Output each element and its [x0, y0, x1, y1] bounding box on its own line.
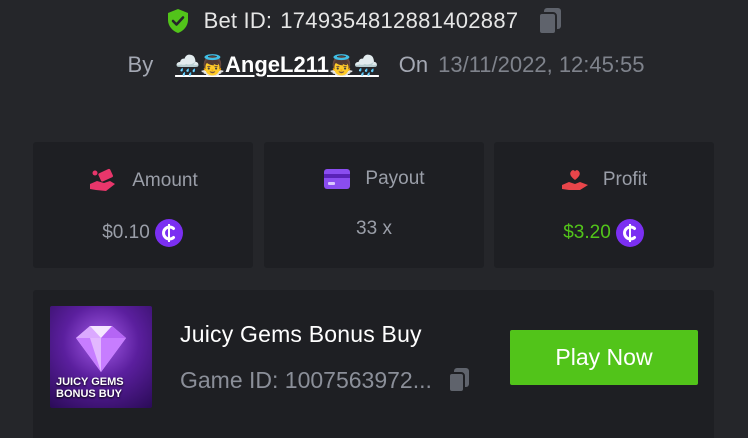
by-label: By: [127, 52, 154, 77]
payout-value-row: 33 x: [264, 218, 484, 240]
hand-money-icon: [90, 168, 116, 191]
bet-date: 13/11/2022, 12:45:55: [438, 52, 645, 77]
profit-header: Profit: [494, 168, 714, 192]
thumbnail-caption: JUICY GEMS BONUS BUY: [56, 376, 124, 400]
game-id: Game ID: 1007563972...: [180, 366, 432, 393]
game-card: JUICY GEMS BONUS BUY Juicy Gems Bonus Bu…: [33, 290, 714, 438]
profit-value-row: $3.20: [494, 218, 714, 248]
coin-icon: [615, 219, 644, 247]
bet-details-page: Bet ID: 1749354812881402887 By 🌧️👼 AngeL…: [0, 0, 748, 438]
payout-label: Payout: [365, 168, 425, 189]
thumbnail-caption-line2: BONUS BUY: [56, 388, 123, 400]
thumbnail-caption-line1: JUICY GEMS: [56, 376, 124, 388]
payout-value: 33 x: [356, 218, 392, 239]
author-row: By 🌧️👼 AngeL211 👼🌧️ On 13/11/2022, 12:45…: [0, 48, 748, 82]
profit-value: $3.20: [563, 222, 611, 243]
shield-check-icon: [167, 9, 188, 33]
hand-heart-icon: [561, 170, 588, 190]
amount-value-row: $0.10: [33, 218, 253, 248]
game-id-row: Game ID: 1007563972...: [180, 366, 472, 394]
card-icon: [324, 169, 351, 189]
profit-label: Profit: [602, 169, 648, 190]
amount-label: Amount: [132, 170, 198, 191]
copy-icon[interactable]: [446, 366, 472, 394]
coin-icon: [154, 219, 183, 247]
bet-id-label: Bet ID:: [203, 8, 273, 33]
game-title: Juicy Gems Bonus Buy: [180, 321, 422, 347]
username-emoji-left: 🌧️👼: [175, 54, 226, 77]
copy-icon[interactable]: [536, 6, 564, 36]
bet-id-value: 1749354812881402887: [280, 8, 519, 33]
payout-card: Payout 33 x: [264, 142, 484, 268]
amount-header: Amount: [33, 168, 253, 194]
username-emoji-right: 👼🌧️: [328, 54, 379, 77]
game-thumbnail[interactable]: JUICY GEMS BONUS BUY: [50, 306, 152, 408]
amount-value: $0.10: [102, 222, 150, 243]
username-text: AngeL211: [225, 52, 329, 77]
payout-header: Payout: [264, 168, 484, 190]
play-now-button[interactable]: Play Now: [510, 330, 698, 385]
on-label: On: [398, 52, 429, 77]
username-link[interactable]: 🌧️👼 AngeL211 👼🌧️: [175, 52, 379, 78]
amount-card: Amount $0.10: [33, 142, 253, 268]
profit-card: Profit $3.20: [494, 142, 714, 268]
bet-id-row: Bet ID: 1749354812881402887: [0, 4, 748, 38]
